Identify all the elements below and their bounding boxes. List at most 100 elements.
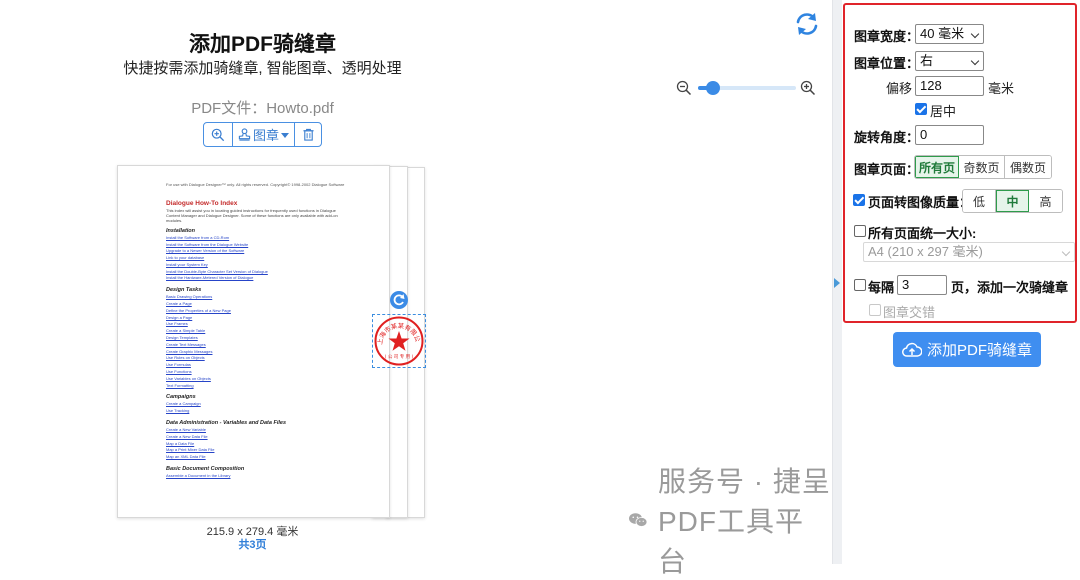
doc-section-heading: Installation [166,227,196,234]
rotation-label: 旋转角度： [854,130,920,145]
page-subtitle: 快捷按需添加骑缝章, 智能图章、透明处理 [123,60,402,77]
doc-link[interactable]: Map a Data File [166,441,344,448]
position-select[interactable]: 右 [915,51,984,71]
trash-icon [302,128,314,141]
main-area: 添加PDF骑缝章 快捷按需添加骑缝章, 智能图章、透明处理 PDF文件：Howt… [0,0,832,577]
chevron-down-icon [1061,247,1071,257]
every-n-pages-checkbox[interactable] [854,279,866,291]
width-label: 图章宽度： [854,29,920,44]
zoom-out-icon[interactable] [676,80,692,96]
uniform-size-label: 所有页面统一大小: [868,226,977,241]
doc-link[interactable]: Create a Simple Table [166,328,344,335]
doc-link[interactable]: Use Formulas [166,362,344,369]
stagger-checkbox[interactable] [869,304,881,316]
doc-link[interactable]: Create Graphic Messages [166,349,344,356]
watermark-text: 服务号 · 捷呈PDF工具平台 [658,466,831,577]
rotate-stamp-icon[interactable] [390,291,408,309]
doc-link[interactable]: Install the Double-Byte Character Set Ve… [166,269,344,276]
pages-option[interactable]: 奇数页 [959,156,1005,178]
cloud-upload-icon [901,342,922,357]
zoom-preview-button[interactable] [204,123,233,146]
center-label: 居中 [930,104,957,119]
doc-link[interactable]: Use Functions [166,369,344,376]
rotation-input[interactable]: 0 [915,125,984,145]
doc-link[interactable]: Link to your database [166,255,344,262]
every-n-input[interactable]: 3 [897,275,947,295]
doc-link[interactable]: Install the Software from a CD-Rom [166,235,344,242]
doc-link[interactable]: Install the Software from the Dialogue W… [166,242,344,249]
doc-link[interactable]: Create Text Messages [166,342,344,349]
stamp-menu-label: 图章 [252,128,279,143]
preview-toolbar: 图章 [203,122,322,147]
doc-link[interactable]: Use Tracking [166,408,344,415]
page-count: 共3页 [238,539,267,551]
offset-unit: 毫米 [988,81,1015,96]
doc-link[interactable]: Create a New Variable [166,427,344,434]
doc-link[interactable]: Create a Page [166,301,344,308]
doc-link[interactable]: Design Templates [166,335,344,342]
quality-segmented-control: 低中高 [962,189,1063,213]
doc-link[interactable]: Map an XML Data File [166,454,344,461]
every-prefix: 每隔 [868,280,895,295]
zoom-slider[interactable] [698,81,796,95]
uniform-size-checkbox[interactable] [854,225,866,237]
doc-link[interactable]: Upgrade to a Newer Version of the Softwa… [166,248,344,255]
doc-link[interactable]: Use Frames [166,321,344,328]
zoom-slider-thumb[interactable] [705,81,720,95]
doc-intro-line: modules. [166,217,183,223]
doc-link[interactable]: Create a Campaign [166,401,344,408]
doc-section-heading: Data Administration - Variables and Data… [166,420,287,427]
zoom-icon [211,128,225,141]
width-select[interactable]: 40 毫米 [915,24,984,44]
delete-button[interactable] [295,123,321,146]
doc-link[interactable]: Define the Properties of a New Page [166,308,344,315]
quality-option[interactable]: 中 [996,190,1029,212]
position-select-value: 右 [920,53,934,68]
doc-intro-line: Content Manager and Dialogue Designer. S… [166,212,338,218]
collapse-panel-icon[interactable] [834,278,840,288]
refresh-icon[interactable] [794,11,820,37]
quality-option[interactable]: 高 [1029,190,1062,212]
seal-stamp[interactable]: 上海市某某有限公司 ( 公 司 专 用 ) [370,309,426,368]
doc-link[interactable]: Use Variables on Objects [166,376,344,383]
pdf-page-content: For use with Dialogue Designer™ only. Al… [166,182,344,480]
doc-link[interactable]: Install the Hardware-Metered Version of … [166,275,344,282]
offset-input[interactable]: 128 [915,76,984,96]
quality-option[interactable]: 低 [963,190,996,212]
pdf-page-1: For use with Dialogue Designer™ only. Al… [117,165,390,518]
center-checkbox[interactable] [915,103,927,115]
doc-title: Dialogue How-To Index [166,199,238,207]
doc-link[interactable]: Text Formatting [166,383,344,390]
offset-label: 偏移 [886,81,913,96]
doc-link[interactable]: Use Rules on Objects [166,355,344,362]
quality-checkbox[interactable] [853,194,865,206]
doc-section-heading: Design Tasks [166,287,202,294]
uniform-size-value: A4 (210 x 297 毫米) [868,244,983,259]
chevron-down-icon [970,29,980,39]
wechat-icon [629,513,648,527]
doc-link[interactable]: Basic Drawing Operations [166,294,344,301]
zoom-in-icon[interactable] [800,80,816,96]
page-title: 添加PDF骑缝章 [189,33,336,56]
doc-link[interactable]: Create a New Data File [166,434,344,441]
uniform-size-select[interactable]: A4 (210 x 297 毫米) [863,242,1075,262]
doc-link[interactable]: Map a Print Mixer Data File [166,447,344,454]
doc-link[interactable]: Install your System Key [166,262,344,269]
zoom-control [676,78,818,98]
add-seal-button[interactable]: 添加PDF骑缝章 [893,332,1041,367]
stamp-menu-button[interactable]: 图章 [233,123,295,146]
doc-section-heading: Campaigns [166,394,196,401]
quality-label: 页面转图像质量： [868,195,973,210]
stagger-label: 图章交错 [883,305,936,320]
file-name: PDF文件：Howto.pdf [191,100,334,117]
doc-sections: Installation Install the Software from a … [166,227,344,480]
every-suffix: 页，添加一次骑缝章 [951,280,1069,295]
doc-link[interactable]: Assemble a Document in the Library [166,473,344,480]
pages-option[interactable]: 偶数页 [1005,156,1051,178]
watermark: 服务号 · 捷呈PDF工具平台 [628,466,832,577]
doc-intro: This index will assist you in locating g… [166,208,344,223]
pages-option[interactable]: 所有页 [915,156,959,178]
pages-label: 图章页面： [854,162,920,177]
pages-segmented-control: 所有页 奇数页 偶数页 [914,155,1052,179]
doc-link[interactable]: Design a Page [166,315,344,322]
